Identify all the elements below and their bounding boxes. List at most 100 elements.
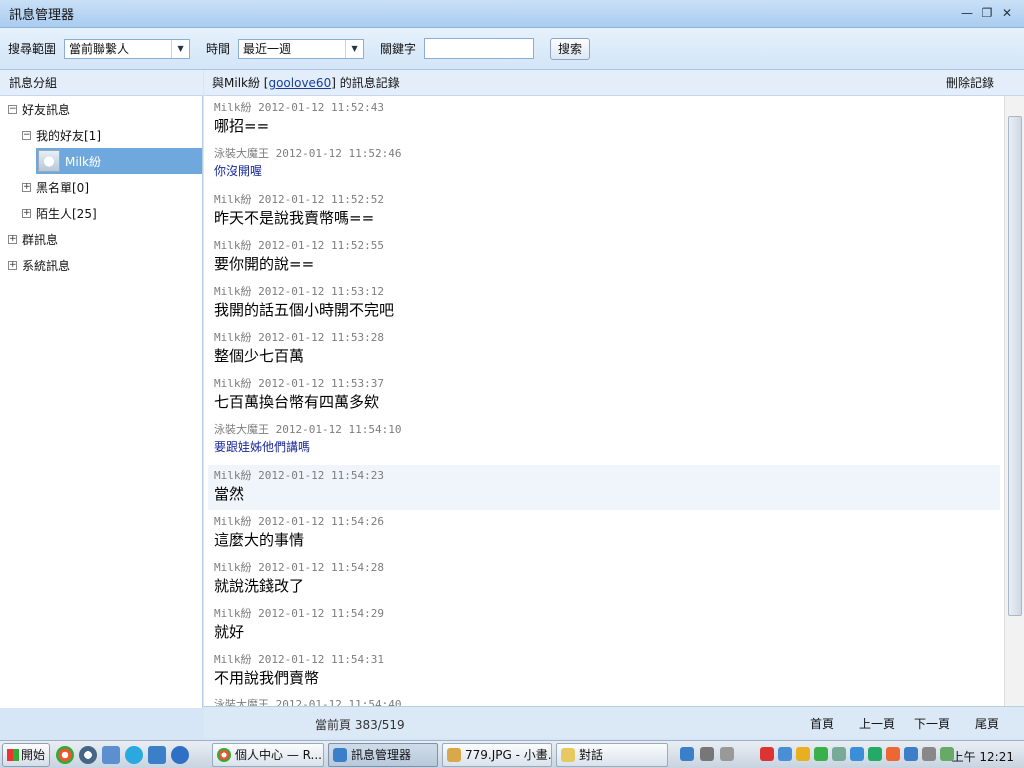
range-label: 搜尋範圍 — [8, 42, 57, 56]
message-meta: Milk紛 2012-01-12 11:53:37 — [214, 376, 1000, 392]
tray-app-icon[interactable] — [850, 747, 864, 761]
window-title: 訊息管理器 — [9, 8, 75, 23]
skype-icon[interactable] — [125, 746, 143, 764]
message-text: 就說洗錢改了 — [214, 577, 305, 595]
message-time: 2012-01-12 11:53:12 — [258, 285, 384, 298]
maximize-icon[interactable]: ❐ — [980, 6, 994, 20]
minimize-icon[interactable]: — — [960, 6, 974, 20]
tree-node-group-messages[interactable]: + 群訊息 — [8, 226, 58, 252]
message-scrollbar[interactable] — [1004, 96, 1024, 706]
search-button[interactable]: 搜索 — [550, 37, 591, 60]
message-time: 2012-01-12 11:54:26 — [258, 515, 384, 528]
message-meta: Milk紛 2012-01-12 11:54:23 — [214, 468, 1000, 484]
range-select[interactable]: 當前聯繫人 ▼ — [64, 38, 191, 59]
start-label: 開始 — [21, 748, 46, 762]
tree-node-friend-messages[interactable]: − 好友訊息 — [8, 96, 70, 122]
message-text: 當然 — [214, 485, 245, 503]
tray-app-icon[interactable] — [700, 747, 714, 761]
expand-icon[interactable]: + — [8, 260, 17, 270]
task-button-conversation[interactable]: 對話 — [556, 743, 668, 767]
tree-node-label: 群訊息 — [22, 232, 59, 247]
message-meta: Milk紛 2012-01-12 11:52:55 — [214, 238, 1000, 254]
tray-app-icon[interactable] — [886, 747, 900, 761]
tray-app-icon[interactable] — [778, 747, 792, 761]
tray-app-icon[interactable] — [814, 747, 828, 761]
message-item: Milk紛 2012-01-12 11:54:23 當然 — [208, 465, 1000, 510]
chevron-down-icon[interactable]: ▼ — [171, 39, 189, 58]
message-meta: Milk紛 2012-01-12 11:54:29 — [214, 606, 1000, 622]
volume-icon[interactable] — [922, 747, 936, 761]
message-item: Milk紛 2012-01-12 11:54:26 這麼大的事情 — [208, 514, 1000, 550]
message-time: 2012-01-12 11:52:46 — [275, 147, 402, 160]
message-item: 泳裝大魔王 2012-01-12 11:54:40 — [208, 697, 1000, 706]
task-button-paint[interactable]: 779.JPG - 小畫... — [442, 743, 552, 767]
message-time: 2012-01-12 11:52:43 — [258, 101, 384, 114]
tree-node-blacklist[interactable]: + 黑名單[0] — [22, 174, 89, 200]
app-icon[interactable] — [102, 746, 120, 764]
message-item: Milk紛 2012-01-12 11:53:28 整個少七百萬 — [208, 330, 1000, 366]
title-bar: 訊息管理器 — ❐ ✕ — [0, 0, 1024, 28]
scrollbar-thumb[interactable] — [1008, 116, 1022, 616]
tray-app-icon[interactable] — [720, 747, 734, 761]
message-text: 七百萬換台幣有四萬多欸 — [214, 393, 380, 411]
message-time: 2012-01-12 11:54:28 — [258, 561, 384, 574]
message-sender: Milk紛 — [214, 285, 252, 298]
time-select-value: 最近一週 — [243, 42, 292, 56]
tray-app-icon[interactable] — [832, 747, 846, 761]
collapse-icon[interactable]: − — [8, 104, 17, 114]
collapse-icon[interactable]: − — [22, 130, 31, 140]
message-time: 2012-01-12 11:53:28 — [258, 331, 384, 344]
keyword-input[interactable] — [424, 38, 535, 59]
message-list: Milk紛 2012-01-12 11:52:43 哪招== 泳裝大魔王 201… — [204, 96, 1004, 706]
message-text: 整個少七百萬 — [214, 347, 305, 365]
messenger-icon[interactable] — [148, 746, 166, 764]
tree-node-label: 我的好友[1] — [36, 128, 101, 143]
contact-id-link[interactable]: goolove60 — [268, 76, 331, 90]
time-select[interactable]: 最近一週 ▼ — [238, 38, 365, 59]
message-meta: Milk紛 2012-01-12 11:52:43 — [214, 100, 1000, 116]
tray-app-icon[interactable] — [904, 747, 918, 761]
media-player-icon[interactable] — [79, 746, 97, 764]
message-item: Milk紛 2012-01-12 11:52:55 要你開的說== — [208, 238, 1000, 274]
task-button-message-manager[interactable]: 訊息管理器 — [328, 743, 438, 767]
time-label: 時間 — [206, 42, 231, 56]
avatar: ● — [38, 150, 60, 172]
message-text: 昨天不是說我賣幣嗎== — [214, 209, 375, 227]
message-item: 泳裝大魔王 2012-01-12 11:52:46 你沒開喔 — [208, 146, 1000, 180]
message-meta: Milk紛 2012-01-12 11:54:31 — [214, 652, 1000, 668]
tree-node-my-friends[interactable]: − 我的好友[1] — [22, 122, 101, 148]
qq-icon[interactable] — [796, 747, 810, 761]
tray-app-icon[interactable] — [680, 747, 694, 761]
tree-node-contact-milk[interactable]: ● Milk紛 — [36, 148, 202, 174]
message-sender: Milk紛 — [214, 239, 252, 252]
next-page-link[interactable]: 下一頁 — [914, 715, 950, 732]
message-sender: 泳裝大魔王 — [214, 423, 269, 436]
internet-explorer-icon[interactable] — [171, 746, 189, 764]
keyword-label: 關鍵字 — [380, 42, 417, 56]
tree-node-label: 黑名單[0] — [36, 180, 89, 195]
message-text: 要你開的說== — [214, 255, 315, 273]
expand-icon[interactable]: + — [22, 208, 31, 218]
message-meta: Milk紛 2012-01-12 11:53:12 — [214, 284, 1000, 300]
start-button[interactable]: 開始 — [2, 743, 50, 767]
conversation-prefix: 與Milk紛 [ — [212, 76, 269, 90]
message-meta: Milk紛 2012-01-12 11:54:26 — [214, 514, 1000, 530]
expand-icon[interactable]: + — [8, 234, 17, 244]
tray-app-icon[interactable] — [760, 747, 774, 761]
task-button-personal-center[interactable]: 個人中心 — R... — [212, 743, 324, 767]
chevron-down-icon[interactable]: ▼ — [345, 39, 363, 58]
conversation-header: 與Milk紛 [goolove60] 的訊息記錄 刪除記錄 — [204, 70, 1024, 96]
tree-node-strangers[interactable]: + 陌生人[25] — [22, 200, 97, 226]
last-page-link[interactable]: 尾頁 — [975, 715, 999, 732]
expand-icon[interactable]: + — [22, 182, 31, 192]
chrome-icon[interactable] — [56, 746, 74, 764]
sidebar-header: 訊息分組 — [0, 70, 203, 96]
delete-history-link[interactable]: 刪除記錄 — [946, 70, 994, 96]
prev-page-link[interactable]: 上一頁 — [859, 715, 895, 732]
tree-node-system-messages[interactable]: + 系統訊息 — [8, 252, 70, 278]
message-text: 這麼大的事情 — [214, 531, 305, 549]
first-page-link[interactable]: 首頁 — [810, 715, 834, 732]
tray-app-icon[interactable] — [868, 747, 882, 761]
page-info: 當前頁 383/519 — [315, 718, 405, 732]
close-icon[interactable]: ✕ — [1000, 6, 1014, 20]
